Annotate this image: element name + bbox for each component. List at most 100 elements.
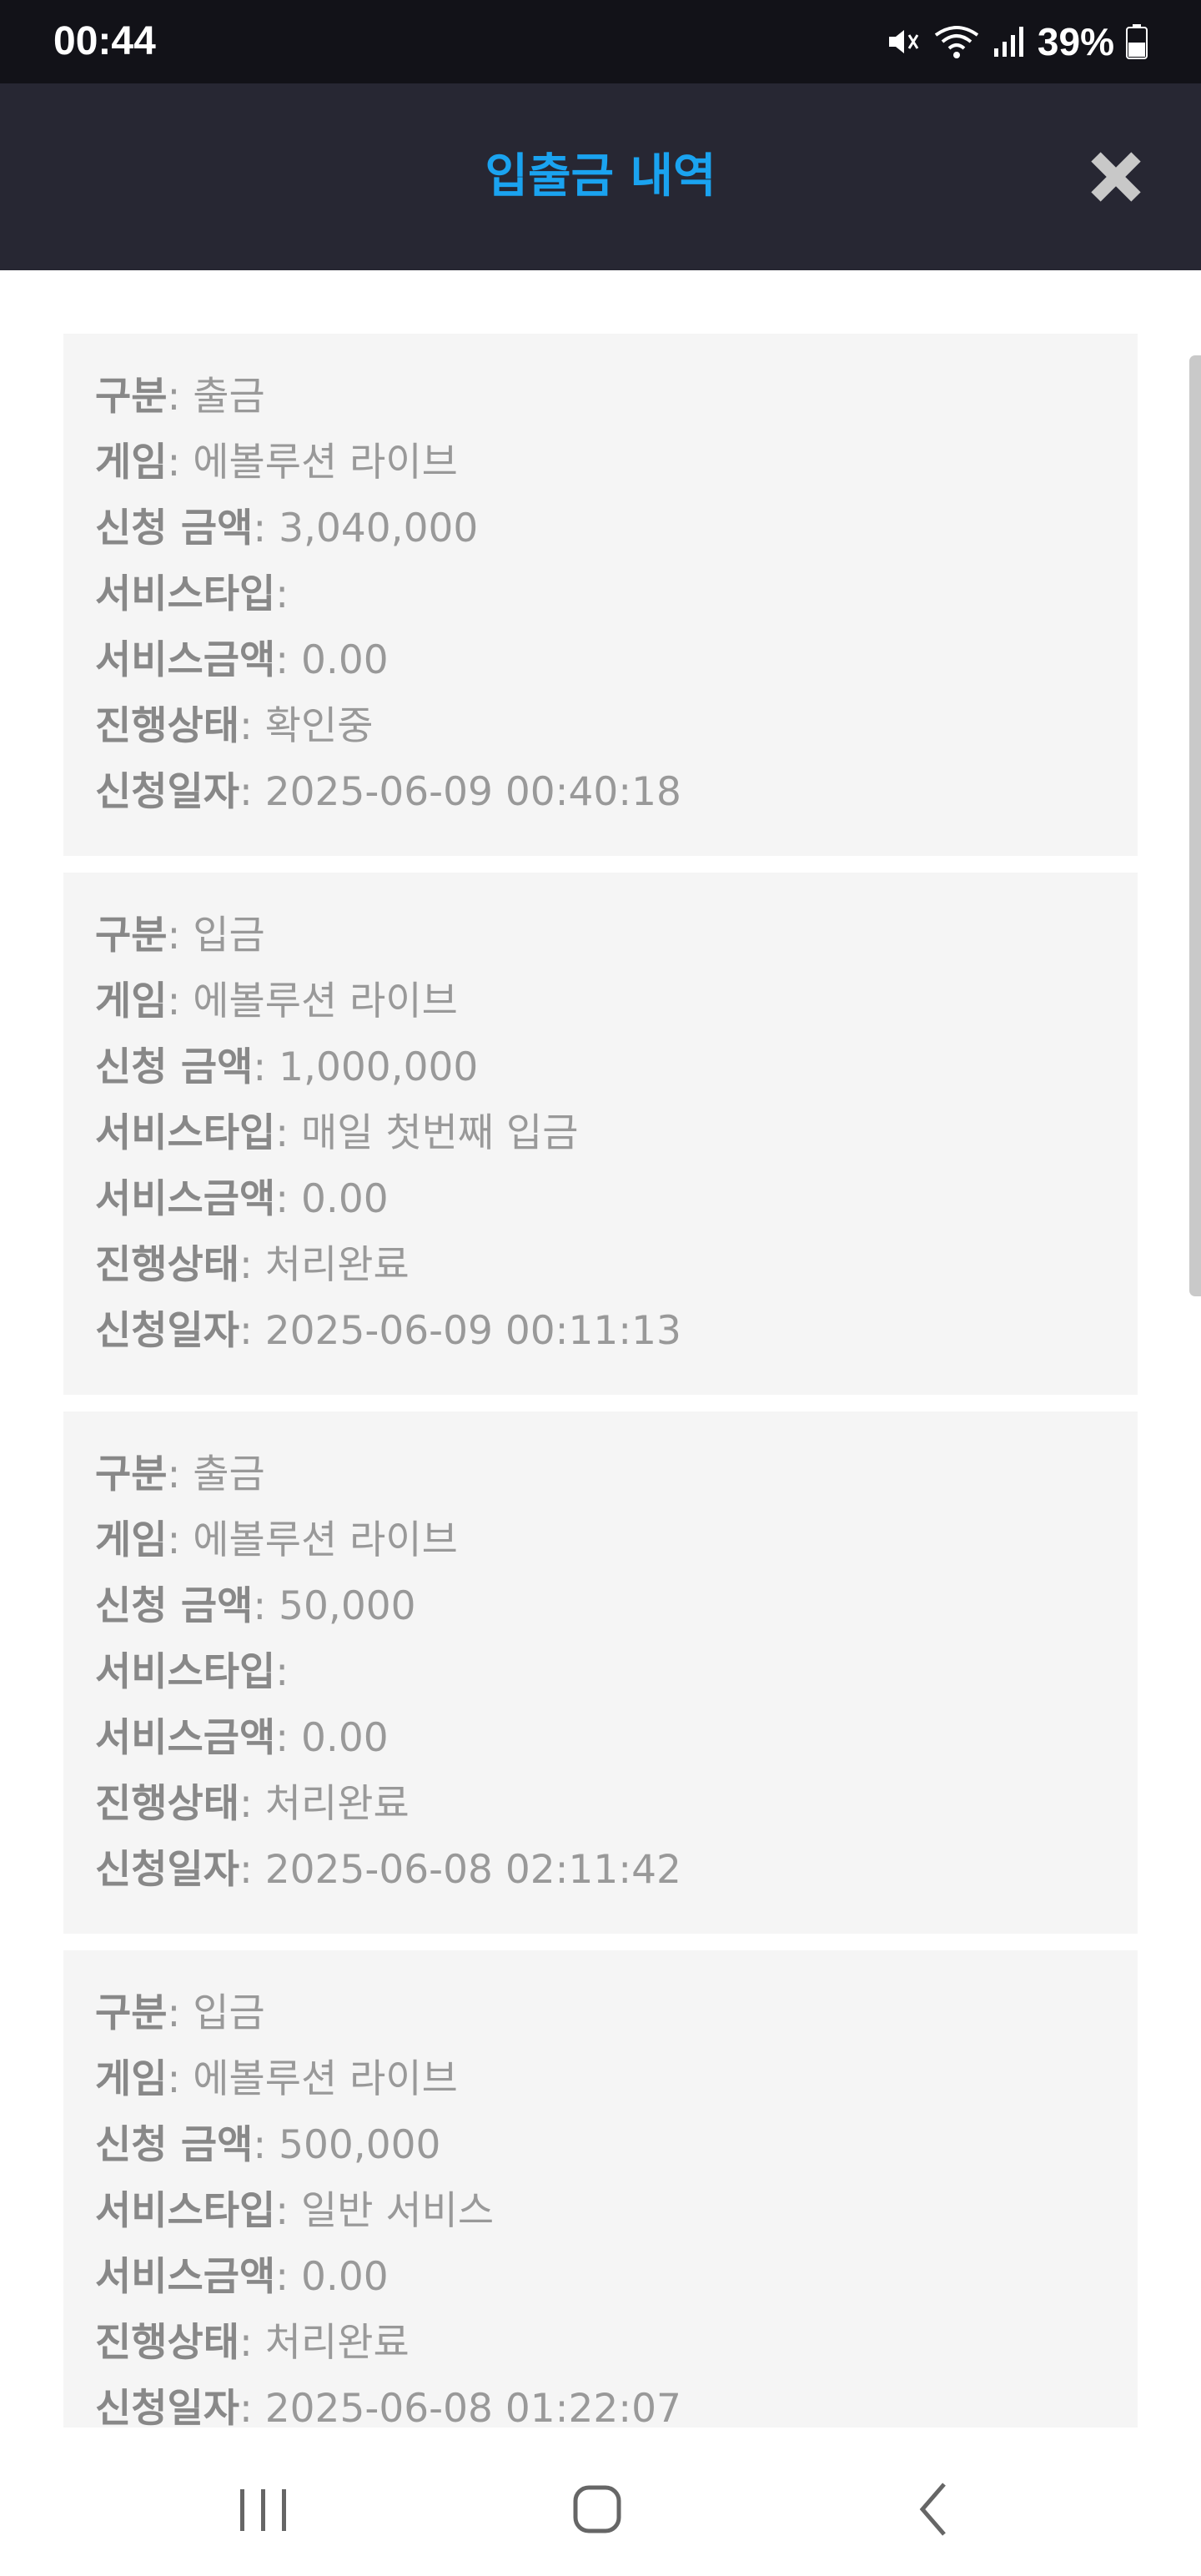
close-icon [1091,152,1141,202]
row-game: 게임: 에볼루션 라이브 [95,1507,681,1573]
label-service-type: 서비스타입 [95,2188,276,2234]
value-service-amount: : 0.00 [275,2254,389,2300]
row-type: 구분: 입금 [95,1980,681,2046]
row-amount: 신청 금액: 3,040,000 [95,496,681,561]
row-amount: 신청 금액: 50,000 [95,1573,681,1639]
value-service-type: : 일반 서비스 [275,2188,495,2234]
value-status: : 처리완료 [239,2320,410,2366]
label-type: 구분 [95,1452,168,1497]
mute-icon [888,30,919,53]
label-type: 구분 [95,913,168,958]
row-service-type: 서비스타입: 매일 첫번째 입금 [95,1100,681,1166]
back-button[interactable] [892,2468,976,2551]
label-status: 진행상태 [95,1242,239,1288]
row-status: 진행상태: 처리완료 [95,1771,681,1837]
label-service-amount: 서비스금액 [95,1715,276,1761]
value-date: : 2025-06-08 01:22:07 [239,2386,681,2428]
label-date: 신청일자 [95,2386,239,2428]
transaction-card: 구분: 입금 게임: 에볼루션 라이브 신청 금액: 1,000,000 서비스… [63,873,1138,1395]
close-button[interactable] [1086,147,1146,207]
row-service-type: 서비스타입: [95,561,681,627]
label-date: 신청일자 [95,1308,239,1354]
recents-icon [240,2489,286,2531]
value-game: : 에볼루션 라이브 [167,440,458,486]
battery-percent: 39% [1037,20,1114,63]
value-service-type: : [275,1649,289,1695]
page-title: 입출금 내역 [485,149,716,204]
row-service-amount: 서비스금액: 0.00 [95,627,681,693]
value-type: : 출금 [167,1452,265,1497]
label-service-amount: 서비스금액 [95,2254,276,2300]
label-status: 진행상태 [95,1781,239,1827]
transaction-card: 구분: 출금 게임: 에볼루션 라이브 신청 금액: 3,040,000 서비스… [63,334,1138,856]
value-status: : 처리완료 [239,1781,410,1827]
value-amount: : 500,000 [253,2122,441,2168]
value-amount: : 50,000 [253,1583,416,1629]
back-icon [919,2483,946,2536]
label-amount: 신청 금액 [95,2122,254,2168]
row-amount: 신청 금액: 1,000,000 [95,1034,681,1100]
transaction-card: 구분: 출금 게임: 에볼루션 라이브 신청 금액: 50,000 서비스타입:… [63,1411,1138,1934]
row-date: 신청일자: 2025-06-08 02:11:42 [95,1837,681,1903]
label-service-amount: 서비스금액 [95,637,276,683]
value-game: : 에볼루션 라이브 [167,1517,458,1563]
label-date: 신청일자 [95,769,239,815]
row-service-amount: 서비스금액: 0.00 [95,1166,681,1232]
row-status: 진행상태: 처리완료 [95,2310,681,2376]
label-service-type: 서비스타입 [95,571,276,617]
label-service-type: 서비스타입 [95,1649,276,1695]
transaction-list[interactable]: 구분: 출금 게임: 에볼루션 라이브 신청 금액: 3,040,000 서비스… [0,270,1201,2428]
value-date: : 2025-06-09 00:11:13 [239,1308,681,1354]
row-date: 신청일자: 2025-06-08 01:22:07 [95,2376,681,2428]
label-amount: 신청 금액 [95,506,254,551]
label-date: 신청일자 [95,1847,239,1893]
value-type: : 입금 [167,1990,265,2036]
value-game: : 에볼루션 라이브 [167,2056,458,2102]
status-time: 00:44 [53,19,156,63]
battery-icon [1126,24,1148,59]
label-amount: 신청 금액 [95,1583,254,1629]
row-date: 신청일자: 2025-06-09 00:40:18 [95,759,681,825]
label-game: 게임 [95,440,168,486]
label-amount: 신청 금액 [95,1044,254,1090]
value-service-amount: : 0.00 [275,1715,389,1761]
label-service-type: 서비스타입 [95,1110,276,1156]
home-button[interactable] [555,2468,639,2551]
row-type: 구분: 출금 [95,1441,681,1507]
row-type: 구분: 입금 [95,903,681,969]
value-service-type: : [275,571,289,617]
value-date: : 2025-06-08 02:11:42 [239,1847,681,1893]
header: 입출금 내역 [0,83,1201,270]
value-date: : 2025-06-09 00:40:18 [239,769,681,815]
row-service-type: 서비스타입: [95,1639,681,1705]
label-game: 게임 [95,979,168,1024]
row-game: 게임: 에볼루션 라이브 [95,2046,681,2112]
label-game: 게임 [95,1517,168,1563]
value-service-amount: : 0.00 [275,637,389,683]
label-type: 구분 [95,374,168,420]
signal-icon [993,27,1023,57]
label-game: 게임 [95,2056,168,2102]
label-status: 진행상태 [95,2320,239,2366]
status-bar: 00:44 39% [0,0,1201,83]
value-game: : 에볼루션 라이브 [167,979,458,1024]
label-service-amount: 서비스금액 [95,1176,276,1222]
value-status: : 처리완료 [239,1242,410,1288]
row-status: 진행상태: 처리완료 [95,1232,681,1298]
row-service-type: 서비스타입: 일반 서비스 [95,2178,681,2244]
row-service-amount: 서비스금액: 0.00 [95,2244,681,2310]
scrollbar[interactable] [1189,355,1201,1296]
value-amount: : 1,000,000 [253,1044,479,1090]
label-type: 구분 [95,1990,168,2036]
wifi-icon [934,26,979,58]
row-type: 구분: 출금 [95,364,681,430]
value-type: : 출금 [167,374,265,420]
label-status: 진행상태 [95,703,239,749]
row-amount: 신청 금액: 500,000 [95,2112,681,2178]
value-status: : 확인중 [239,703,374,749]
recents-button[interactable] [222,2468,305,2551]
home-icon [573,2485,621,2533]
value-service-type: : 매일 첫번째 입금 [275,1110,579,1156]
row-game: 게임: 에볼루션 라이브 [95,969,681,1034]
row-date: 신청일자: 2025-06-09 00:11:13 [95,1298,681,1364]
